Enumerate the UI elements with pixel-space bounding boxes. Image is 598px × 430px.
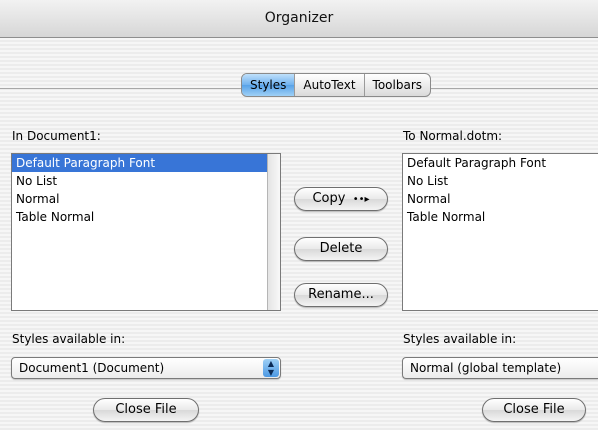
popup-arrows-icon: ▲ ▼ bbox=[263, 359, 279, 377]
tab-autotext[interactable]: AutoText bbox=[295, 74, 365, 96]
left-styles-source-value: Document1 (Document) bbox=[19, 361, 165, 375]
left-close-file-button[interactable]: Close File bbox=[93, 398, 199, 422]
right-list-item-table-normal[interactable]: Table Normal bbox=[403, 208, 598, 226]
left-list-item-default-paragraph-font[interactable]: Default Paragraph Font bbox=[12, 154, 280, 172]
left-styles-source-select[interactable]: Document1 (Document) ▲ ▼ bbox=[11, 357, 281, 379]
right-styles-source-value: Normal (global template) bbox=[410, 361, 562, 375]
right-list-item-normal[interactable]: Normal bbox=[403, 190, 598, 208]
tab-styles[interactable]: Styles bbox=[242, 74, 296, 96]
double-arrow-right-icon: ••▸ bbox=[349, 194, 370, 205]
delete-button[interactable]: Delete bbox=[294, 237, 388, 261]
window-title: Organizer bbox=[264, 10, 334, 26]
right-styles-source-select[interactable]: Normal (global template) bbox=[402, 357, 598, 379]
left-list-item-normal[interactable]: Normal bbox=[12, 190, 280, 208]
tab-bar: Styles AutoText Toolbars bbox=[241, 73, 432, 97]
left-list-scrollbar[interactable] bbox=[267, 154, 280, 310]
right-list-item-no-list[interactable]: No List bbox=[403, 172, 598, 190]
right-styles-available-label: Styles available in: bbox=[403, 332, 517, 346]
left-styles-available-label: Styles available in: bbox=[12, 332, 126, 346]
left-list-item-no-list[interactable]: No List bbox=[12, 172, 280, 190]
left-list-heading: In Document1: bbox=[12, 129, 101, 143]
copy-button[interactable]: Copy ••▸ bbox=[294, 187, 388, 211]
right-list-item-default-paragraph-font[interactable]: Default Paragraph Font bbox=[403, 154, 598, 172]
tab-toolbars[interactable]: Toolbars bbox=[365, 74, 430, 96]
left-style-list[interactable]: Default Paragraph Font No List Normal Ta… bbox=[11, 153, 281, 311]
rename-button[interactable]: Rename... bbox=[294, 283, 388, 307]
copy-button-label: Copy bbox=[312, 191, 346, 206]
right-style-list[interactable]: Default Paragraph Font No List Normal Ta… bbox=[402, 153, 598, 311]
left-list-item-table-normal[interactable]: Table Normal bbox=[12, 208, 280, 226]
title-bar: Organizer bbox=[0, 0, 598, 38]
right-list-heading: To Normal.dotm: bbox=[403, 129, 503, 143]
right-close-file-button[interactable]: Close File bbox=[482, 398, 586, 422]
